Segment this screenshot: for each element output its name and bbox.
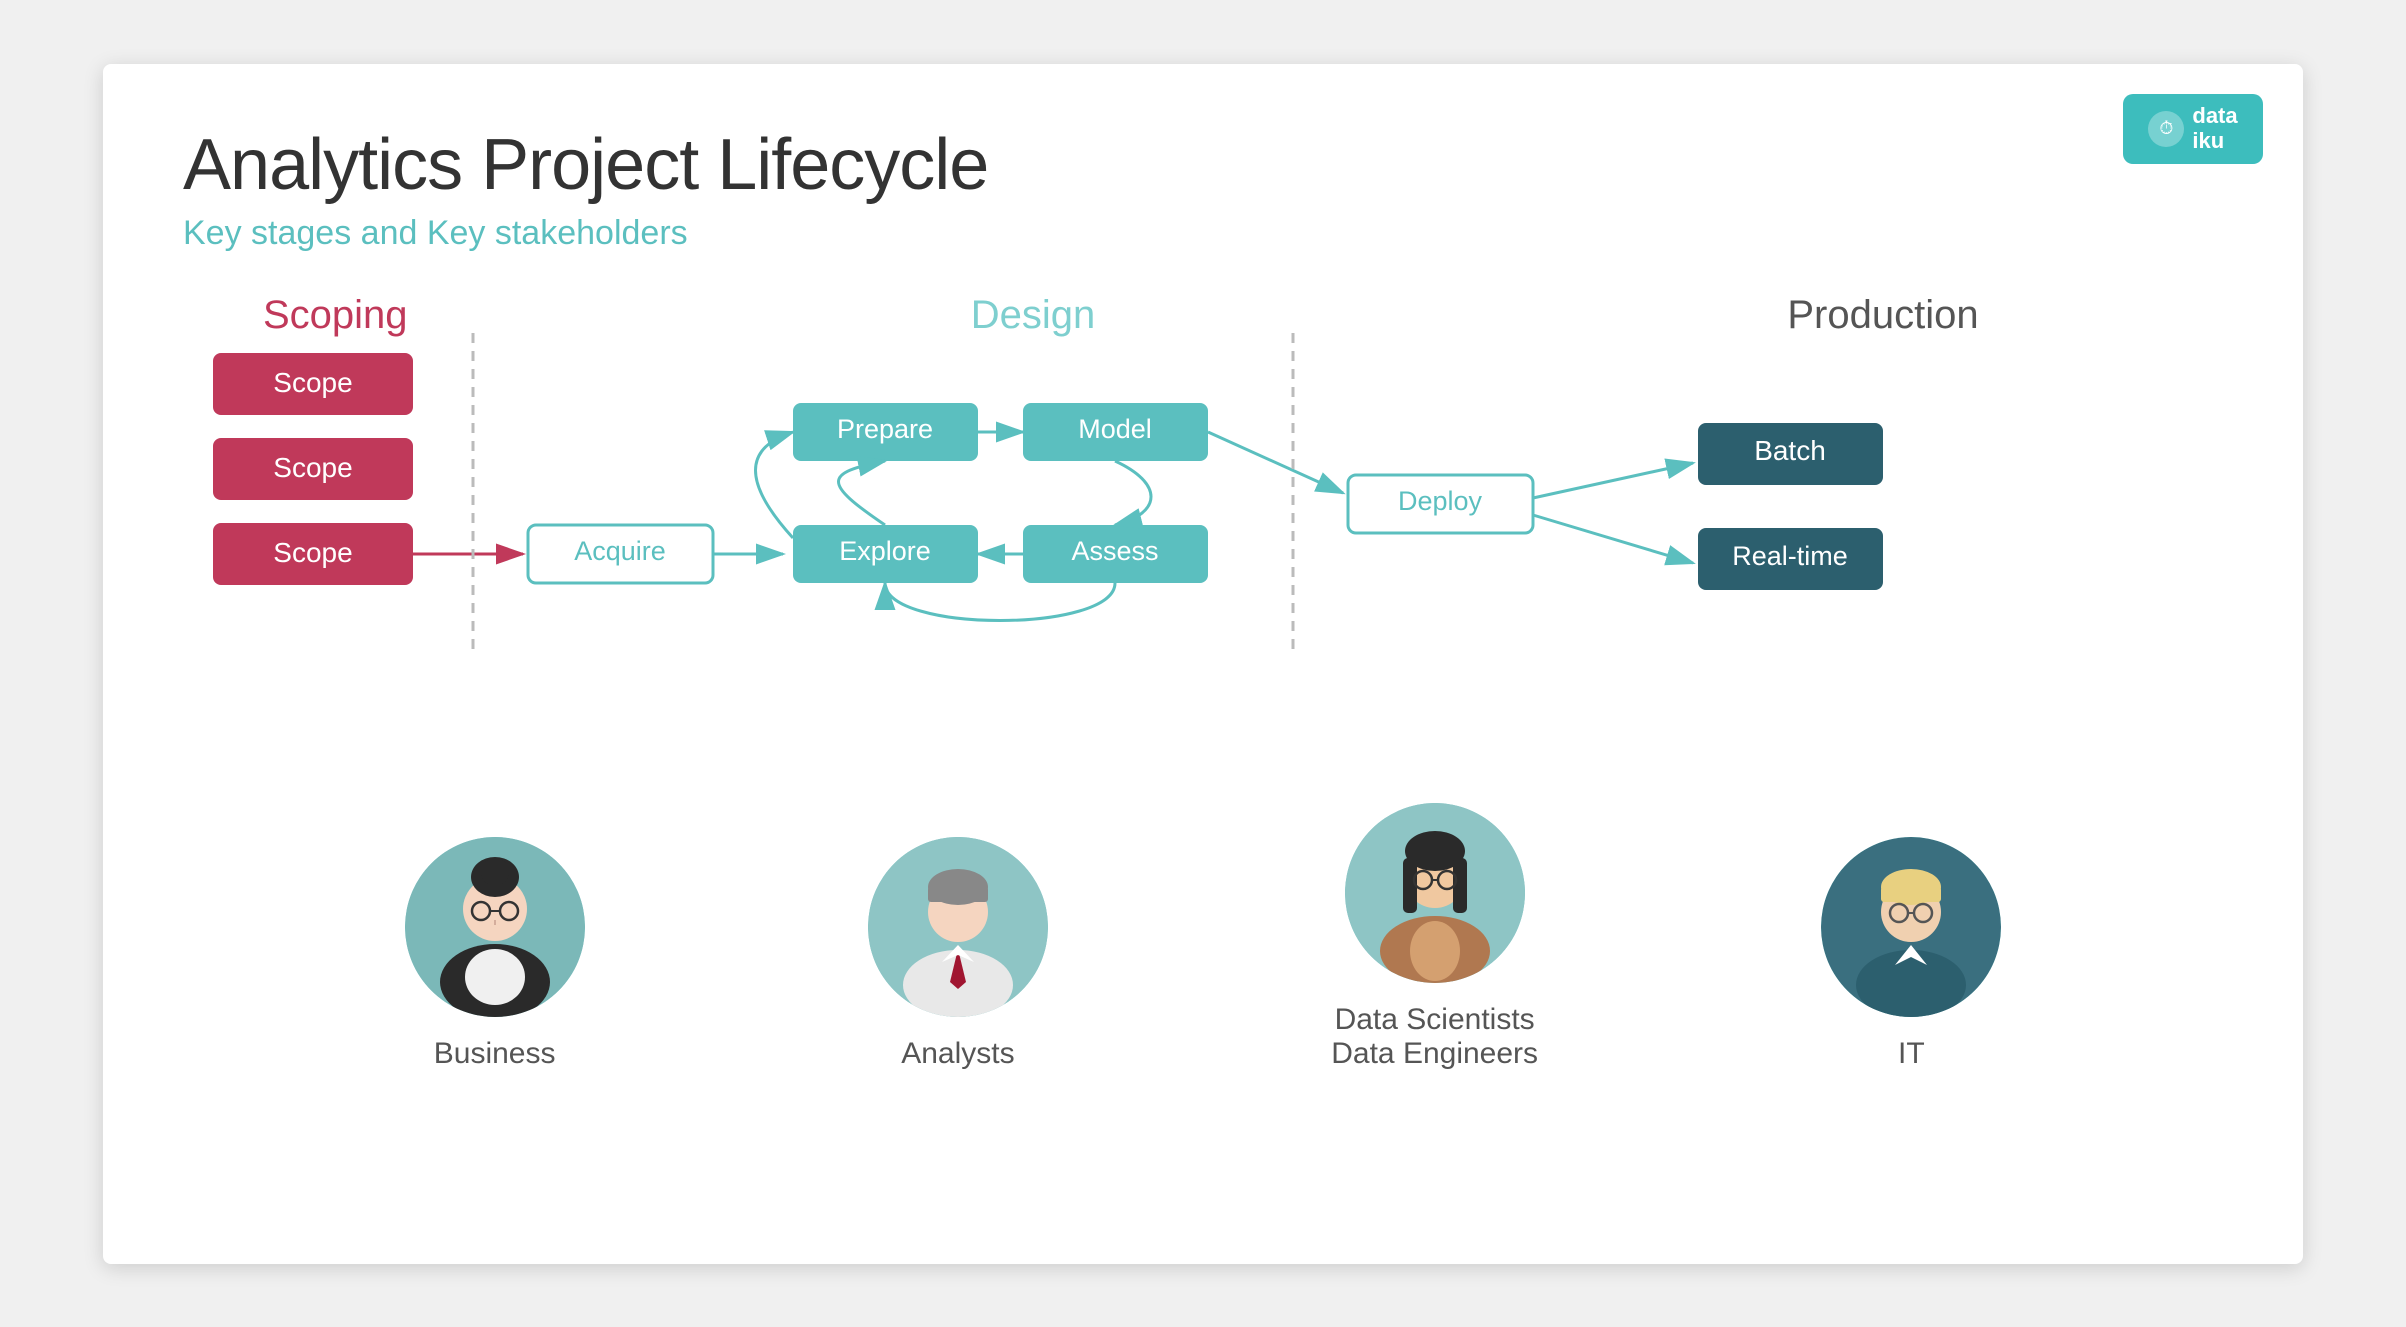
- logo: ⏱ dataiku: [2123, 94, 2263, 164]
- persona-it: IT: [1821, 837, 2001, 1071]
- persona-analysts: Analysts: [868, 837, 1048, 1071]
- deploy-to-batch-arrow: [1533, 463, 1693, 498]
- persona-business-label: Business: [434, 1037, 556, 1071]
- persona-analysts-label: Analysts: [901, 1037, 1014, 1071]
- acquire-label: Acquire: [574, 536, 666, 566]
- explore-label: Explore: [839, 536, 931, 566]
- avatar-data-scientists-svg: [1345, 803, 1525, 983]
- scoping-label: Scoping: [263, 293, 408, 337]
- logo-icon: ⏱: [2148, 111, 2184, 147]
- avatar-business-svg: [405, 837, 585, 1017]
- lifecycle-diagram: Scoping Scope Scope Scope Design Acquire…: [183, 273, 2283, 773]
- page-title: Analytics Project Lifecycle: [183, 124, 2223, 206]
- avatar-analysts-svg: [868, 837, 1048, 1017]
- persona-data-scientists-label: Data Scientists Data Engineers: [1331, 1003, 1538, 1071]
- assess-label: Assess: [1071, 536, 1158, 566]
- avatar-it: [1821, 837, 2001, 1017]
- slide-container: ⏱ dataiku Analytics Project Lifecycle Ke…: [103, 64, 2303, 1264]
- model-label: Model: [1078, 414, 1152, 444]
- design-label: Design: [971, 293, 1096, 337]
- personas-row: Business Analy: [183, 803, 2223, 1071]
- prepare-label: Prepare: [837, 414, 933, 444]
- avatar-analysts: [868, 837, 1048, 1017]
- persona-it-label: IT: [1898, 1037, 1925, 1071]
- persona-business: Business: [405, 837, 585, 1071]
- realtime-label: Real-time: [1732, 541, 1848, 571]
- deploy-to-realtime-arrow: [1533, 515, 1693, 563]
- avatar-it-svg: [1821, 837, 2001, 1017]
- avatar-data-scientists: [1345, 803, 1525, 983]
- avatar-business: [405, 837, 585, 1017]
- deploy-label: Deploy: [1398, 486, 1483, 516]
- page-subtitle: Key stages and Key stakeholders: [183, 214, 2223, 253]
- cycle-bottom-arrow: [885, 583, 1115, 621]
- explore-to-prepare-arrow: [839, 461, 886, 525]
- scope-label-2: Scope: [273, 452, 352, 483]
- persona-data-scientists: Data Scientists Data Engineers: [1331, 803, 1538, 1071]
- scope-label-1: Scope: [273, 367, 352, 398]
- model-to-deploy-arrow: [1208, 432, 1343, 493]
- cycle-up-arrow: [756, 432, 794, 538]
- model-to-assess-arrow: [1115, 461, 1151, 525]
- scope-label-3: Scope: [273, 537, 352, 568]
- header: Analytics Project Lifecycle Key stages a…: [183, 124, 2223, 253]
- batch-label: Batch: [1754, 435, 1826, 466]
- production-label: Production: [1787, 293, 1978, 337]
- logo-text: dataiku: [2192, 104, 2237, 152]
